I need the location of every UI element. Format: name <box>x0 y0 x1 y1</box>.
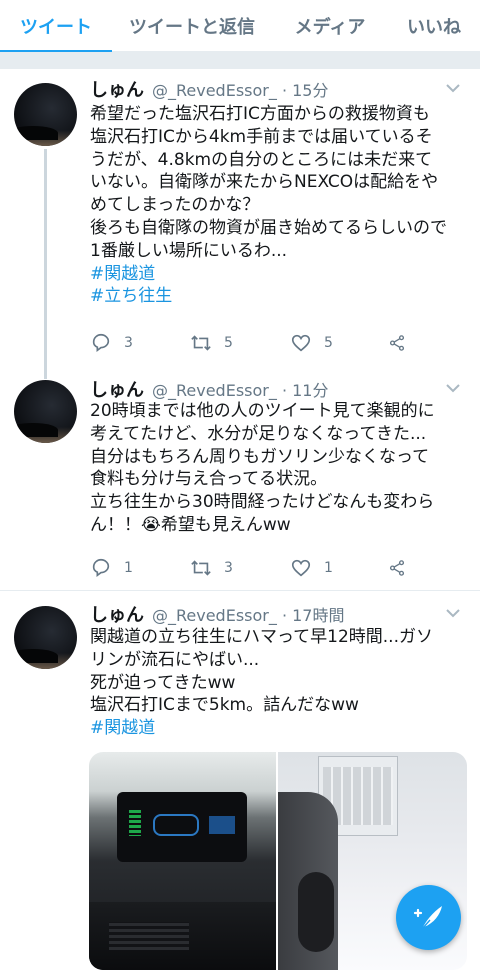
reply-button[interactable]: 1 <box>90 557 190 579</box>
chevron-down-icon[interactable] <box>444 381 462 395</box>
retweet-count: 3 <box>224 560 233 576</box>
tweet-text-line: めてしまったのかな？ <box>90 195 260 216</box>
tab-tweets-and-replies[interactable]: ツイートと返信 <box>112 0 272 52</box>
retweet-count: 5 <box>224 335 233 351</box>
avatar[interactable] <box>14 606 77 669</box>
compose-tweet-icon <box>413 905 442 929</box>
tweet-actions: 3 5 5 <box>90 332 418 354</box>
chevron-down-icon[interactable] <box>444 81 462 95</box>
share-button[interactable] <box>388 557 418 579</box>
tweet-text: 希望だった塩沢石打IC方面からの救援物資も 塩沢石打ICから4km手前までは届い… <box>90 103 466 308</box>
section-gap <box>0 52 480 69</box>
like-icon <box>291 559 311 577</box>
profile-tabs: ツイート ツイートと返信 メディア いいね <box>0 0 480 53</box>
like-count: 1 <box>324 560 333 576</box>
retweet-button[interactable]: 5 <box>190 332 290 354</box>
avatar[interactable] <box>14 83 77 146</box>
tab-media[interactable]: メディア <box>272 0 388 52</box>
dashboard-display <box>117 792 247 862</box>
tweet-text-line: 自分はもちろん周りもガソリン少なくなって <box>90 446 430 467</box>
hashtag-link[interactable]: #関越道 <box>90 263 466 286</box>
retweet-icon <box>191 335 211 351</box>
air-vent <box>89 902 276 970</box>
avatar[interactable] <box>14 380 77 443</box>
tweet[interactable]: しゅん @_RevedEssor_ · 15分 希望だった塩沢石打IC方面からの… <box>0 69 480 365</box>
like-count: 5 <box>324 335 333 351</box>
reply-count: 3 <box>124 335 133 351</box>
display-name[interactable]: しゅん <box>90 376 144 402</box>
car-in-snow <box>278 792 338 970</box>
handle-and-time: @_RevedEssor_ · 15分 <box>152 81 329 100</box>
tweet-text-line: 考えてたけど、水分が足りなくなってきた... <box>90 423 427 444</box>
share-icon <box>389 335 405 351</box>
tweet-text-line: 食料も分け与え合ってる状況。 <box>90 469 328 490</box>
compose-tweet-button[interactable] <box>396 885 461 950</box>
thread-line <box>44 365 47 379</box>
tweet-actions: 1 3 1 <box>90 557 418 579</box>
tweet-text-line: 1番厳しい場所にいるわ... <box>90 240 288 261</box>
tweet-text-line: ん！！😭希望も見えんww <box>90 514 291 535</box>
hashtag-link[interactable]: #関越道 <box>90 717 466 740</box>
tweet-text: 20時頃までは他の人のツイート見て楽観的に 考えてたけど、水分が足りなくなってき… <box>90 400 466 537</box>
retweet-icon <box>191 560 211 576</box>
tweet[interactable]: しゅん @_RevedEssor_ · 11分 20時頃までは他の人のツイート見… <box>0 365 480 591</box>
reply-count: 1 <box>124 560 133 576</box>
thread-line <box>44 149 47 365</box>
reply-icon <box>92 333 110 352</box>
like-icon <box>291 334 311 352</box>
display-name[interactable]: しゅん <box>90 601 144 627</box>
chevron-down-icon[interactable] <box>444 606 462 620</box>
tweet-text-line: 後ろも自衛隊の物資が届き始めてるらしいので <box>90 217 447 238</box>
display-name[interactable]: しゅん <box>90 76 144 102</box>
tweet-text-line: 20時頃までは他の人のツイート見て楽観的に <box>90 401 435 421</box>
hashtag-link[interactable]: #立ち往生 <box>90 285 466 308</box>
reply-icon <box>92 558 110 577</box>
reply-button[interactable]: 3 <box>90 332 190 354</box>
tweet-header: しゅん @_RevedEssor_ · 17時間 <box>90 602 466 626</box>
tweet-text-line: 立ち往生から30時間経ったけどなんも変わら <box>90 492 435 513</box>
tweet-text-line: リンが流石にやばい... <box>90 649 260 670</box>
tweet-header: しゅん @_RevedEssor_ · 11分 <box>90 377 466 401</box>
retweet-button[interactable]: 3 <box>190 557 290 579</box>
tweet-text-line: 関越道の立ち往生にハマって早12時間...ガソ <box>90 627 433 647</box>
tweet-header: しゅん @_RevedEssor_ · 15分 <box>90 77 466 101</box>
handle-and-time: @_RevedEssor_ · 17時間 <box>152 606 345 625</box>
tab-tweets[interactable]: ツイート <box>0 0 112 53</box>
tweet-text-line: うだが、4.8kmの自分のところには未だ来て <box>90 149 433 170</box>
share-button[interactable] <box>388 332 418 354</box>
tweet-text-line: 塩沢石打ICから4km手前までは届いているそ <box>90 126 433 147</box>
tweet-text-line: いない。自衛隊が来たからNEXCOは配給をや <box>90 172 439 193</box>
like-button[interactable]: 1 <box>290 557 390 579</box>
like-button[interactable]: 5 <box>290 332 390 354</box>
share-icon <box>389 560 405 576</box>
tweet-text: 関越道の立ち往生にハマって早12時間...ガソ リンが流石にやばい... 死が迫… <box>90 626 466 740</box>
tweet-text-line: 塩沢石打ICまで5km。詰んだなww <box>90 695 359 716</box>
tweet-text-line: 死が迫ってきたww <box>90 672 236 693</box>
media-photo[interactable] <box>89 752 276 970</box>
tweet-text-line: 希望だった塩沢石打IC方面からの救援物資も <box>90 104 430 124</box>
tab-likes[interactable]: いいね <box>388 0 480 52</box>
handle-and-time: @_RevedEssor_ · 11分 <box>152 381 329 400</box>
